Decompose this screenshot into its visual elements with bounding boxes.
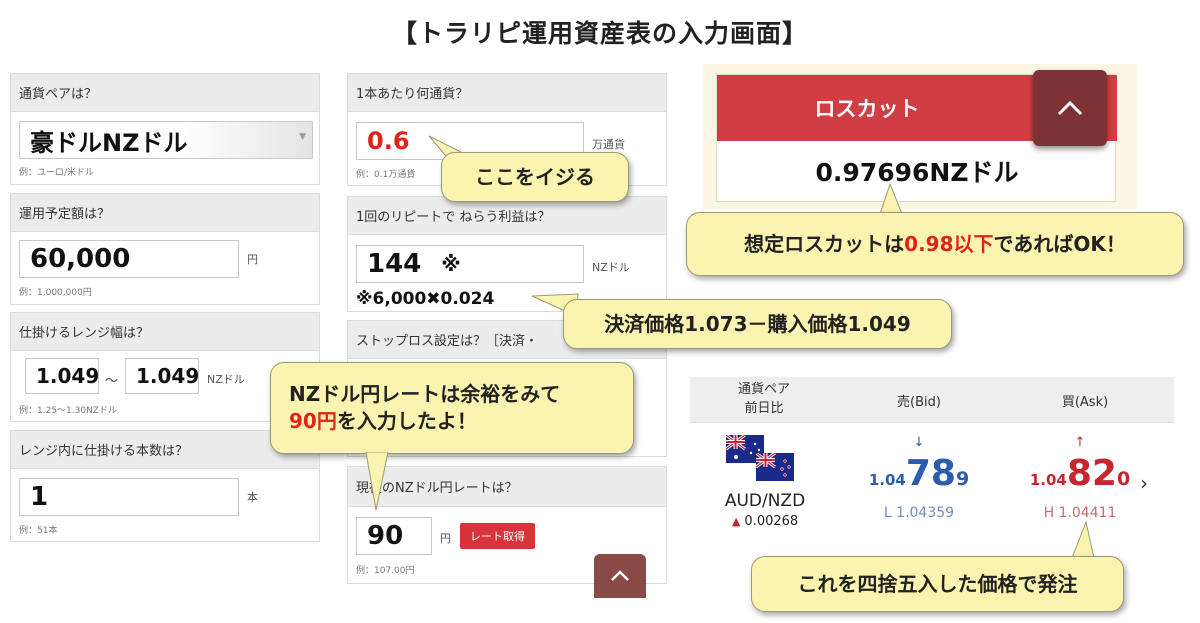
chevron-up-icon	[611, 570, 629, 581]
profit-input[interactable]: 144 ※	[356, 245, 584, 283]
ask-prefix: 1.04	[1029, 471, 1067, 489]
units-unit: 万通貨	[592, 138, 625, 151]
losscut-panel: ロスカット 0.97696NZドル	[703, 64, 1137, 209]
quote-pair-name: AUD/NZD	[724, 491, 806, 511]
ask-main: 82	[1066, 453, 1117, 494]
profit-unit: NZドル	[592, 261, 630, 274]
range-high-input[interactable]: 1.049	[125, 358, 199, 394]
quote-header-pair-label: 通貨ペア	[737, 382, 790, 397]
profit-mark: ※	[441, 252, 461, 276]
currency-pair-example: 例：ユーロ/米ドル	[19, 168, 95, 178]
scroll-top-button[interactable]	[594, 554, 646, 598]
callout-tail	[879, 182, 903, 215]
ask-sub: 0	[1116, 468, 1131, 490]
quote-header-bid: 売(Bid)	[897, 395, 941, 410]
currency-pair-select[interactable]: 豪ドルNZドル ▼	[19, 121, 313, 159]
quote-change-value: 0.00268	[744, 514, 799, 529]
ask-value: 1.04820	[1000, 453, 1160, 494]
callout-edit-here: ここをイジる	[441, 152, 629, 202]
profit-header: 1回のリピートで ねらう利益は？	[348, 197, 666, 235]
rate-example: 例：107.00円	[356, 566, 415, 576]
losscut-collapse-button[interactable]	[1033, 70, 1107, 146]
quote-panel: 通貨ペア 前日比 売(Bid) 買(Ask) AUD/NZD ▲ 0.00268…	[690, 377, 1174, 547]
up-triangle-icon: ▲	[731, 515, 741, 528]
quote-change: ▲ 0.00268	[690, 514, 840, 529]
callout-losscut-text-a: 想定ロスカットは	[744, 231, 905, 256]
ask-price[interactable]: ↑ 1.04820 H 1.04411	[1000, 433, 1160, 533]
callout-profit-note: 決済価格1.073－購入価格1.049	[563, 299, 952, 349]
callout-tail	[365, 452, 389, 511]
callout-losscut-text-b: 0.98以下	[904, 231, 994, 256]
count-input[interactable]: 1	[19, 478, 239, 516]
rate-input[interactable]: 90	[356, 517, 432, 555]
profit-panel: 1回のリピートで ねらう利益は？ 144 ※ NZドル ※6,000✖0.024	[347, 196, 667, 312]
amount-unit: 円	[247, 253, 258, 266]
count-value: 1	[30, 482, 49, 512]
new-zealand-flag-icon	[756, 453, 794, 481]
callout-losscut-note: 想定ロスカットは 0.98以下 であればOK！	[686, 212, 1184, 276]
range-header: 仕掛けるレンジ幅は？	[11, 313, 319, 351]
currency-pair-value: 豪ドルNZドル	[30, 128, 188, 157]
callout-order-note: これを四捨五入した価格で発注	[751, 556, 1124, 612]
callout-rate-line2: 90円を入力したよ！	[289, 408, 477, 435]
bid-sub: 9	[955, 468, 970, 490]
callout-rate-text-b: 90円	[289, 409, 337, 433]
range-high-value: 1.049	[136, 364, 200, 388]
callout-rate-note: NZドル円レートは余裕をみて 90円を入力したよ！	[270, 362, 634, 454]
bid-price[interactable]: ↓ 1.04789 L 1.04359	[840, 433, 998, 533]
rate-value: 90	[367, 521, 404, 551]
amount-value: 60,000	[30, 244, 131, 274]
bid-low: L 1.04359	[883, 505, 955, 521]
quote-header-row: 通貨ペア 前日比 売(Bid) 買(Ask)	[690, 377, 1174, 423]
bid-main: 78	[905, 453, 956, 494]
chevron-up-icon	[1057, 100, 1083, 116]
range-low-input[interactable]: 1.049	[25, 358, 99, 394]
range-example: 例：1.25〜1.30NZドル	[19, 406, 117, 416]
amount-input[interactable]: 60,000	[19, 240, 239, 278]
bid-prefix: 1.04	[868, 471, 906, 489]
currency-pair-panel: 通貨ペアは？ 豪ドルNZドル ▼ 例：ユーロ/米ドル	[10, 73, 320, 185]
quote-header-change-label: 前日比	[744, 401, 784, 416]
units-example: 例：0.1万通貨	[356, 170, 416, 180]
losscut-label: ロスカット	[814, 97, 920, 121]
callout-rate-line1: NZドル円レートは余裕をみて	[289, 382, 561, 406]
page-title: 【トラリピ運用資産表の入力画面】	[391, 19, 808, 48]
units-value: 0.6	[367, 127, 410, 155]
range-unit: NZドル	[207, 373, 245, 386]
profit-note: ※6,000✖0.024	[356, 289, 495, 309]
get-rate-button[interactable]: レート取得	[460, 523, 535, 549]
chevron-right-icon[interactable]: ›	[1140, 471, 1148, 495]
quote-header-ask: 買(Ask)	[1061, 395, 1109, 410]
profit-value: 144	[367, 249, 422, 279]
losscut-value: 0.97696NZドル	[815, 158, 1019, 187]
amount-header: 運用予定額は？	[11, 194, 319, 232]
currency-pair-header: 通貨ペアは？	[11, 74, 319, 112]
rate-header: 現在のNZドル円レートは？	[348, 467, 666, 507]
count-example: 例：51本	[19, 526, 58, 536]
arrow-up-icon: ↑	[1074, 435, 1086, 450]
callout-tail	[1071, 520, 1095, 559]
units-header: 1本あたり何通貨？	[348, 74, 666, 112]
amount-panel: 運用予定額は？ 60,000 円 例：1,000,000円	[10, 193, 320, 305]
count-unit: 本	[247, 491, 258, 504]
callout-losscut-text-c: であればOK！	[993, 231, 1126, 256]
arrow-down-icon: ↓	[913, 435, 925, 450]
callout-rate-text-c: を入力したよ！	[336, 409, 477, 433]
range-low-value: 1.049	[36, 364, 100, 388]
rate-unit: 円	[440, 532, 451, 545]
range-separator: 〜	[105, 374, 119, 389]
bid-value: 1.04789	[840, 453, 998, 494]
amount-example: 例：1,000,000円	[19, 288, 92, 298]
chevron-down-icon: ▼	[299, 132, 306, 142]
ask-high: H 1.04411	[1043, 505, 1117, 521]
quote-header-pair: 通貨ペア 前日比	[690, 380, 838, 418]
